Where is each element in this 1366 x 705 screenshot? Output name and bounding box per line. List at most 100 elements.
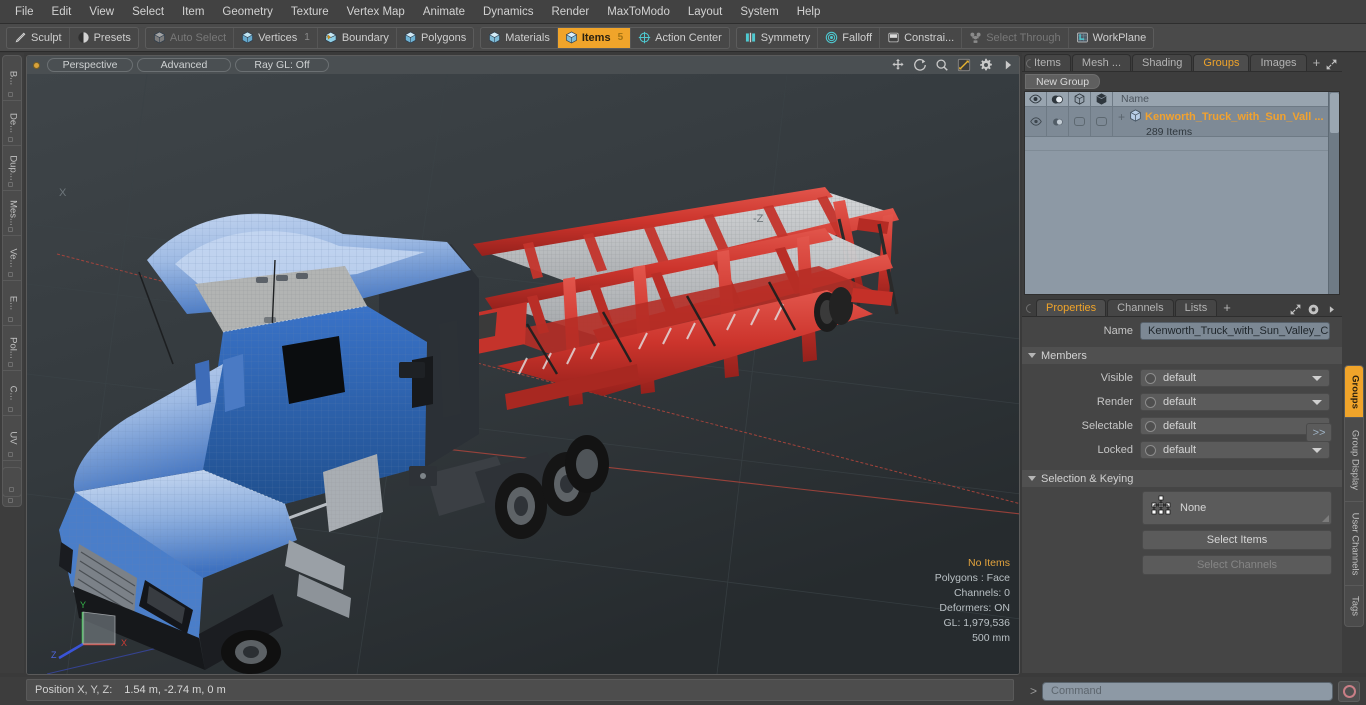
tab-shading[interactable]: Shading <box>1132 54 1193 71</box>
move-icon[interactable] <box>891 58 905 72</box>
toolbar-button-select-through[interactable]: Select Through <box>962 27 1069 48</box>
left-tab-5[interactable]: E... <box>3 281 21 326</box>
chevron-down-icon[interactable] <box>1312 376 1322 381</box>
toolbar-button-falloff[interactable]: Falloff <box>818 27 881 48</box>
viewport-projection-button[interactable]: Perspective <box>47 58 133 72</box>
properties-menu-corner[interactable] <box>1024 299 1036 316</box>
left-tab-8[interactable]: UV <box>3 416 21 461</box>
menu-item-help[interactable]: Help <box>788 3 830 21</box>
left-tab-0[interactable]: B... <box>3 56 21 101</box>
property-knob-icon[interactable] <box>1145 420 1156 432</box>
property-label-locked: Locked <box>1097 444 1133 456</box>
menu-item-system[interactable]: System <box>731 3 787 21</box>
viewport-3d[interactable]: Perspective Advanced Ray GL: Off Y X Z -… <box>26 55 1020 675</box>
row-lock-toggle[interactable] <box>1091 107 1113 136</box>
toolbar-button-polygons[interactable]: Polygons <box>397 28 473 48</box>
toolbar-button-sculpt[interactable]: Sculpt <box>7 27 70 48</box>
menu-item-select[interactable]: Select <box>123 3 173 21</box>
toolbar-button-symmetry[interactable]: Symmetry <box>737 27 819 48</box>
group-list[interactable]: Name + Kenworth_Truck_with_Sun_Vall ... … <box>1024 91 1340 295</box>
menu-item-dynamics[interactable]: Dynamics <box>474 3 542 21</box>
property-knob-icon[interactable] <box>1145 372 1156 384</box>
tab-channels[interactable]: Channels <box>1107 299 1174 316</box>
left-tab-3[interactable]: Mes... <box>3 191 21 236</box>
menu-item-texture[interactable]: Texture <box>282 3 338 21</box>
expand-icon[interactable] <box>1289 303 1302 316</box>
chevron-down-icon[interactable] <box>1312 400 1322 405</box>
new-group-button[interactable]: New Group <box>1025 74 1101 89</box>
chevron-down-icon[interactable] <box>1312 448 1322 453</box>
tab-lists[interactable]: Lists <box>1174 299 1218 316</box>
zoom-icon[interactable] <box>935 58 949 72</box>
left-tab-4[interactable]: Ve... <box>3 236 21 281</box>
property-combo-selectable[interactable]: default <box>1140 417 1330 435</box>
keying-section-header[interactable]: Selection & Keying <box>1022 470 1342 487</box>
group-name[interactable]: Kenworth_Truck_with_Sun_Vall ... <box>1145 111 1324 123</box>
menu-item-layout[interactable]: Layout <box>679 3 732 21</box>
select-items-button[interactable]: Select Items <box>1142 530 1332 550</box>
group-list-scrollbar[interactable] <box>1328 92 1339 294</box>
menu-item-geometry[interactable]: Geometry <box>213 3 282 21</box>
property-combo-render[interactable]: default <box>1140 393 1330 411</box>
left-tab-1[interactable]: De... <box>3 101 21 146</box>
gear-icon[interactable] <box>979 58 993 72</box>
record-macro-button[interactable] <box>1338 680 1360 702</box>
fit-icon[interactable] <box>957 58 971 72</box>
menu-item-file[interactable]: File <box>6 3 43 21</box>
menu-item-maxtomodo[interactable]: MaxToModo <box>598 3 679 21</box>
toolbar-button-workplane[interactable]: WorkPlane <box>1069 28 1154 48</box>
gear-icon[interactable] <box>1307 303 1320 316</box>
viewport-raygl-button[interactable]: Ray GL: Off <box>235 58 329 72</box>
expand-icon[interactable] <box>1325 58 1338 71</box>
add-tab-button[interactable]: + <box>1308 55 1326 71</box>
row-expander[interactable]: + <box>1118 110 1125 124</box>
table-row[interactable]: + Kenworth_Truck_with_Sun_Vall ... 289 I… <box>1025 107 1339 138</box>
more-options-button[interactable]: >> <box>1306 423 1332 442</box>
scrollbar-thumb[interactable] <box>1330 93 1339 133</box>
tab-images[interactable]: Images <box>1250 54 1307 71</box>
row-selectable-toggle[interactable] <box>1069 107 1091 136</box>
left-tab-2[interactable]: Dup... <box>3 146 21 191</box>
menu-item-vertex-map[interactable]: Vertex Map <box>338 3 414 21</box>
viewport-canvas[interactable]: Y X Z -Z X No Items Polygons : Face Chan… <box>27 74 1019 674</box>
toolbar-button-auto-select[interactable]: Auto Select <box>146 27 235 48</box>
toolbar-button-materials[interactable]: Materials <box>481 27 558 48</box>
toolbar-button-boundary[interactable]: Boundary <box>318 27 397 48</box>
property-knob-icon[interactable] <box>1145 396 1156 408</box>
keying-selector[interactable]: None <box>1142 491 1332 525</box>
viewport-shading-button[interactable]: Advanced <box>137 58 231 72</box>
left-tab-6[interactable]: Pol... <box>3 326 21 371</box>
toolbar-button-presets[interactable]: Presets <box>70 28 138 48</box>
menu-item-item[interactable]: Item <box>173 3 213 21</box>
property-combo-locked[interactable]: default <box>1140 441 1330 459</box>
command-input[interactable]: Command <box>1042 681 1333 701</box>
toolbar-button-items[interactable]: Items 5 <box>557 27 632 48</box>
left-tab-7[interactable]: C... <box>3 371 21 416</box>
toolbar-button-action-center[interactable]: Action Center <box>631 28 729 48</box>
right-tab-group-display[interactable]: Group Display <box>1345 418 1363 502</box>
tab-properties[interactable]: Properties <box>1036 299 1107 316</box>
row-render-toggle[interactable] <box>1047 107 1069 136</box>
menu-item-animate[interactable]: Animate <box>414 3 474 21</box>
toolbar-button-constrai[interactable]: Constrai... <box>880 27 963 48</box>
name-field[interactable]: Kenworth_Truck_with_Sun_Valley_Car <box>1140 322 1330 340</box>
chevron-right-icon[interactable] <box>1001 58 1015 72</box>
right-tab-user-channels[interactable]: User Channels <box>1345 502 1363 586</box>
tab-mesh[interactable]: Mesh ... <box>1071 54 1132 71</box>
members-section-header[interactable]: Members <box>1022 347 1342 364</box>
menu-item-render[interactable]: Render <box>542 3 598 21</box>
menu-item-edit[interactable]: Edit <box>43 3 81 21</box>
viewport-menu-dot[interactable] <box>33 61 40 69</box>
property-combo-visible[interactable]: default <box>1140 369 1330 387</box>
right-tab-tags[interactable]: Tags <box>1345 586 1363 626</box>
toolbar-button-vertices[interactable]: Vertices 1 <box>234 27 318 48</box>
row-visible-toggle[interactable] <box>1025 107 1047 136</box>
rotate-icon[interactable] <box>913 58 927 72</box>
left-tab-extra[interactable] <box>2 467 22 497</box>
right-tab-groups[interactable]: Groups <box>1345 366 1363 418</box>
tab-groups[interactable]: Groups <box>1193 54 1250 71</box>
add-tab-button[interactable]: + <box>1218 300 1236 316</box>
chevron-right-icon[interactable] <box>1325 303 1338 316</box>
menu-item-view[interactable]: View <box>80 3 123 21</box>
property-knob-icon[interactable] <box>1145 444 1156 456</box>
